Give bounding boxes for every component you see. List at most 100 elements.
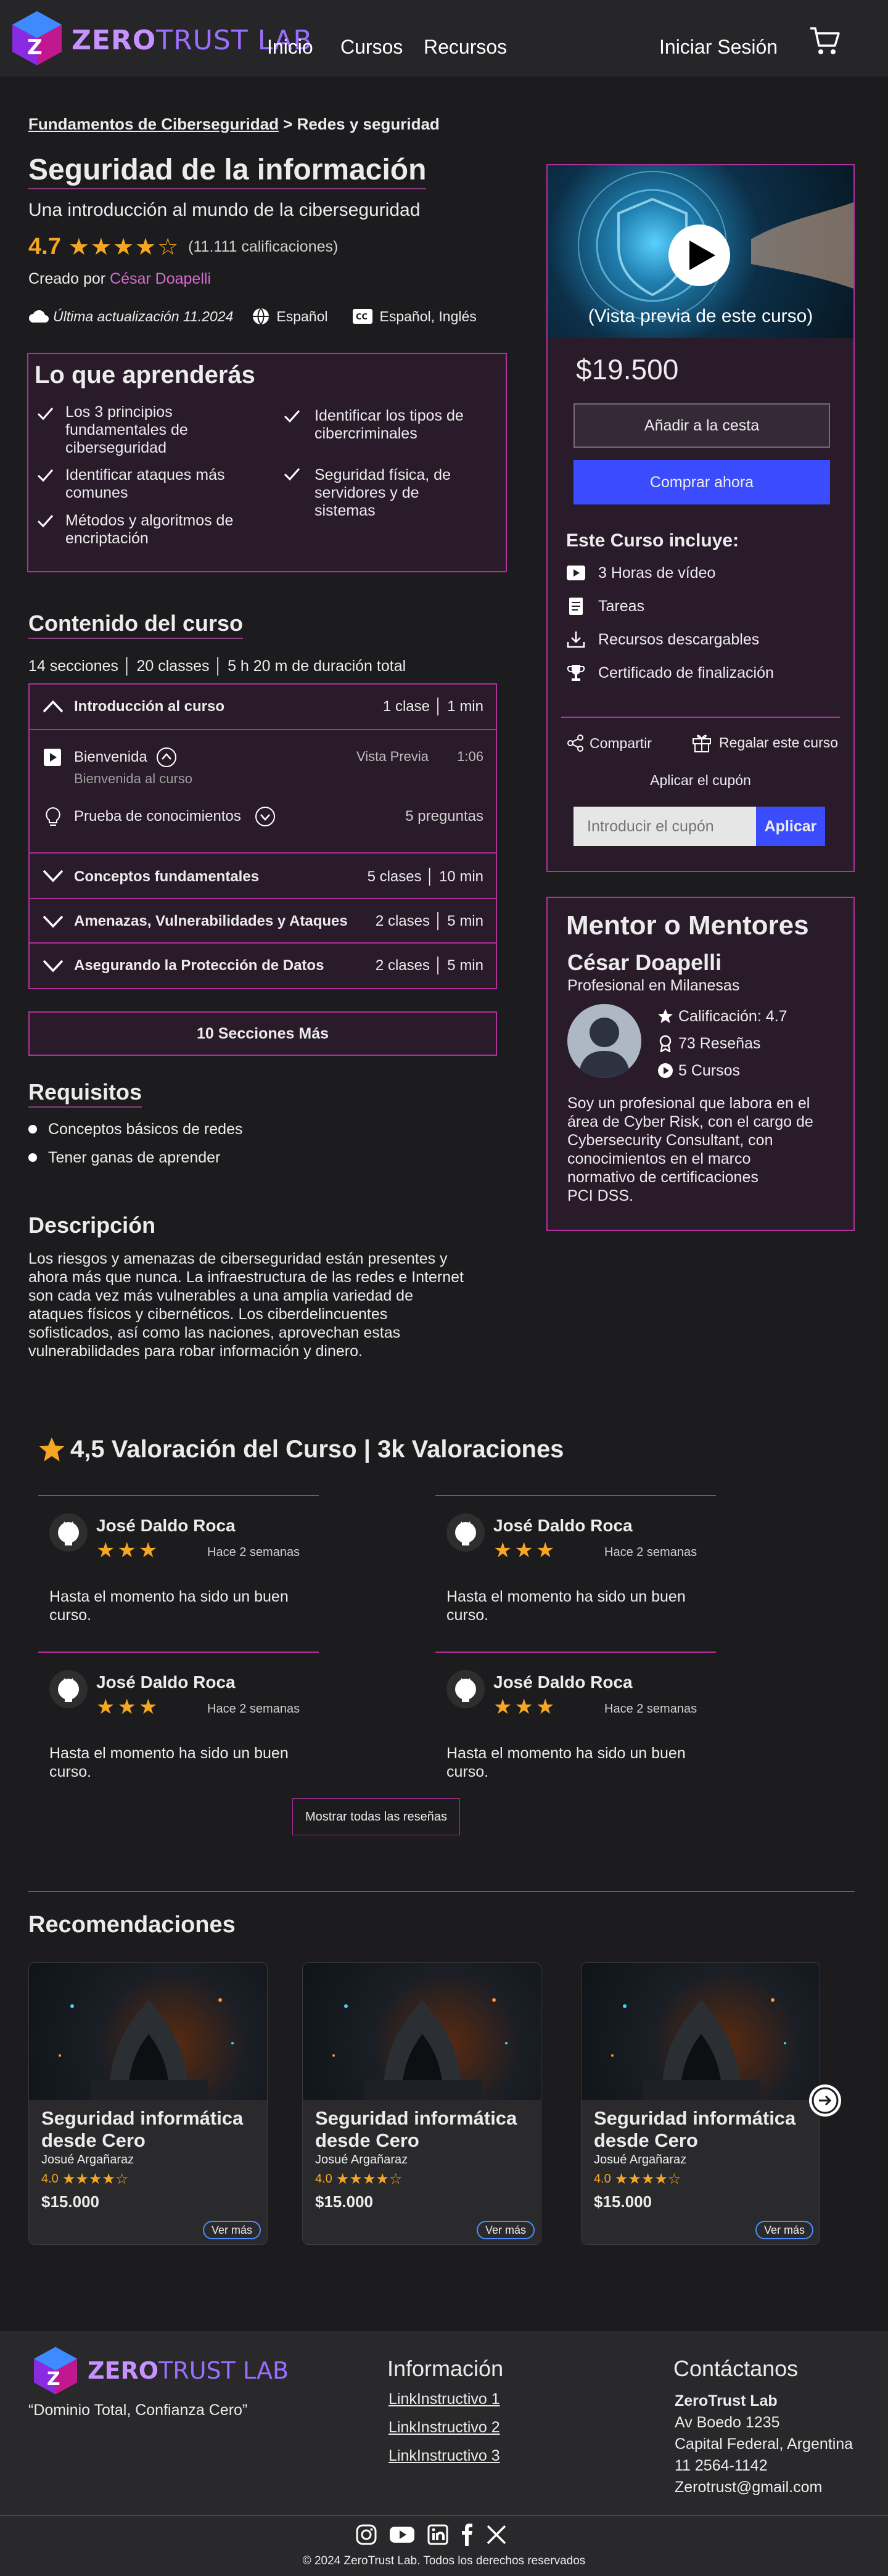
section-title: Conceptos fundamentales xyxy=(74,868,260,885)
accordion-section-3[interactable]: Amenazas, Vulnerabilidades y Ataques 2 c… xyxy=(30,898,496,942)
rating-row: 4.7 ★★★★☆ (11.111 calificaciones) xyxy=(28,233,338,261)
apply-coupon-button[interactable]: Aplicar xyxy=(756,807,825,846)
accordion-section-1[interactable]: Introducción al curso 1 clase │ 1 min xyxy=(30,685,496,730)
linkedin-icon[interactable] xyxy=(427,2524,449,2546)
login-link[interactable]: Iniciar Sesión xyxy=(659,36,778,59)
chevron-up-circle-icon[interactable] xyxy=(155,746,178,768)
mentor-reviews: 73 Reseñas xyxy=(678,1034,761,1052)
requirements-title: Requisitos xyxy=(28,1079,142,1108)
course-captions: Español, Inglés xyxy=(379,308,477,324)
x-twitter-icon[interactable] xyxy=(486,2524,507,2545)
footer-email[interactable]: Zerotrust@gmail.com xyxy=(675,2477,853,2498)
section-meta: 5 clases │ 10 min xyxy=(367,868,483,885)
review-line: Hasta el momento ha sido un buen xyxy=(446,1588,686,1605)
divider xyxy=(561,717,840,718)
course-card-rating: 4.0 ★★★★☆ xyxy=(594,2170,681,2188)
mentor-name[interactable]: César Doapelli xyxy=(567,950,722,976)
more-sections-button[interactable]: 10 Secciones Más xyxy=(28,1011,497,1056)
course-card-title[interactable]: Seguridad informática desde Cero xyxy=(41,2107,243,2152)
footer-link-1[interactable]: LinkInstructivo 1 xyxy=(388,2390,500,2408)
card-rating-value: 4.0 xyxy=(315,2172,332,2186)
buy-now-button[interactable]: Comprar ahora xyxy=(574,460,830,504)
github-icon xyxy=(58,1521,79,1545)
chevron-down-icon[interactable] xyxy=(42,868,64,884)
chevron-up-icon[interactable] xyxy=(42,698,64,714)
see-more-button[interactable]: Ver más xyxy=(202,2221,261,2239)
breadcrumb-parent[interactable]: Fundamentos de Ciberseguridad xyxy=(28,115,279,133)
youtube-icon[interactable] xyxy=(388,2524,416,2546)
learn-item-2: Identificar los tipos de cibercriminales xyxy=(314,407,464,442)
instagram-icon[interactable] xyxy=(355,2524,377,2546)
see-more-button[interactable]: Ver más xyxy=(476,2221,535,2239)
card-title-line: Seguridad informática xyxy=(594,2107,796,2129)
mentor-stat: 5 Cursos xyxy=(657,1061,787,1080)
accordion-section-4[interactable]: Asegurando la Protección de Datos 2 clas… xyxy=(30,942,496,988)
course-thumbnail[interactable] xyxy=(582,1963,820,2100)
video-icon xyxy=(567,566,585,580)
review-divider xyxy=(38,1652,319,1653)
mentor-stat: Calificación: 4.7 xyxy=(657,1006,787,1026)
trophy-icon xyxy=(567,665,585,681)
content-summary: 14 secciones │ 20 classes │ 5 h 20 m de … xyxy=(28,657,406,675)
logo-cube-icon[interactable]: Z xyxy=(9,9,65,68)
show-all-reviews-button[interactable]: Mostrar todas las reseñas xyxy=(292,1798,460,1835)
card-stars: ★★★★☆ xyxy=(335,2171,403,2187)
review-date: Hace 2 semanas xyxy=(604,1545,697,1559)
share-link[interactable]: Compartir xyxy=(566,734,652,752)
gift-label: Regalar este curso xyxy=(719,734,839,751)
course-thumbnail[interactable] xyxy=(303,1963,541,2100)
mentor-stats: Calificación: 4.7 73 Reseñas 5 Cursos xyxy=(657,1006,787,1080)
section-meta: 2 clases │ 5 min xyxy=(375,957,483,974)
include-text: Tareas xyxy=(598,597,645,615)
preview-link[interactable]: Vista Previa xyxy=(356,749,429,765)
nav-cursos[interactable]: Cursos xyxy=(340,36,403,59)
chevron-down-icon[interactable] xyxy=(42,914,64,930)
section-meta: 2 clases │ 5 min xyxy=(375,913,483,929)
reviews-header: 4,5 Valoración del Curso | 3k Valoracion… xyxy=(38,1436,564,1463)
requirement-text: Conceptos básicos de redes xyxy=(48,1120,243,1138)
facebook-icon[interactable] xyxy=(460,2524,475,2546)
lesson-title[interactable]: Bienvenida xyxy=(74,749,147,766)
footer-link-2[interactable]: LinkInstructivo 2 xyxy=(388,2419,500,2437)
course-card[interactable]: Seguridad informática desde Cero Josué Arg… xyxy=(302,1962,541,2245)
review-line: curso. xyxy=(446,1607,489,1624)
coupon-input[interactable] xyxy=(574,807,756,846)
requirements-list: Conceptos básicos de redes Tener ganas d… xyxy=(28,1119,242,1168)
ratings-count[interactable]: (11.111 calificaciones) xyxy=(188,238,338,256)
logo-cube-icon[interactable]: Z xyxy=(30,2345,81,2397)
check-icon xyxy=(37,469,54,482)
course-card-title[interactable]: Seguridad informática desde Cero xyxy=(315,2107,517,2152)
section-title: Introducción al curso xyxy=(74,698,225,715)
course-thumbnail[interactable] xyxy=(29,1963,267,2100)
include-text: Certificado de finalización xyxy=(598,664,774,681)
author-link[interactable]: César Doapelli xyxy=(110,270,211,287)
course-card[interactable]: Seguridad informática desde Cero Josué Arg… xyxy=(581,1962,820,2245)
nav-inicio[interactable]: Inicio xyxy=(267,36,313,59)
apply-coupon-link[interactable]: Aplicar el cupón xyxy=(548,772,853,789)
site-header: Z ZEROTRUST LAB Inicio Cursos Recursos I… xyxy=(0,0,888,76)
svg-text:CC: CC xyxy=(356,313,368,322)
accordion-section-2[interactable]: Conceptos fundamentales 5 clases │ 10 mi… xyxy=(30,852,496,898)
footer-logo-text[interactable]: ZEROTRUST LAB xyxy=(88,2357,289,2384)
see-more-button[interactable]: Ver más xyxy=(755,2221,813,2239)
course-card[interactable]: Seguridad informática desde Cero Josué Arg… xyxy=(28,1962,268,2245)
chevron-down-icon[interactable] xyxy=(42,958,64,974)
carousel-next-button[interactable] xyxy=(809,2084,841,2117)
add-to-cart-button[interactable]: Añadir a la cesta xyxy=(574,403,830,448)
card-title-line: desde Cero xyxy=(594,2130,698,2151)
description-line: ataques físicos y cibernéticos. Los cibe… xyxy=(28,1306,388,1323)
review-card: José Daldo Roca ★★★ Hace 2 semanas Hasta el… xyxy=(49,1670,321,1781)
course-card-title[interactable]: Seguridad informática desde Cero xyxy=(594,2107,796,2152)
gift-link[interactable]: Regalar este curso xyxy=(691,731,838,754)
chevron-down-circle-icon[interactable] xyxy=(254,805,276,828)
play-button[interactable] xyxy=(668,224,730,286)
svg-text:Z: Z xyxy=(27,35,43,60)
section-meta: 1 clase │ 1 min xyxy=(382,698,483,715)
nav-recursos[interactable]: Recursos xyxy=(424,36,507,59)
quiz-title[interactable]: Prueba de conocimientos xyxy=(74,808,241,825)
breadcrumb-current[interactable]: Redes y seguridad xyxy=(297,115,440,133)
preview-video[interactable]: (Vista previa de este curso) xyxy=(548,165,853,338)
cart-icon[interactable] xyxy=(809,25,841,57)
review-line: Hasta el momento ha sido un buen xyxy=(446,1745,686,1762)
footer-link-3[interactable]: LinkInstructivo 3 xyxy=(388,2447,500,2465)
